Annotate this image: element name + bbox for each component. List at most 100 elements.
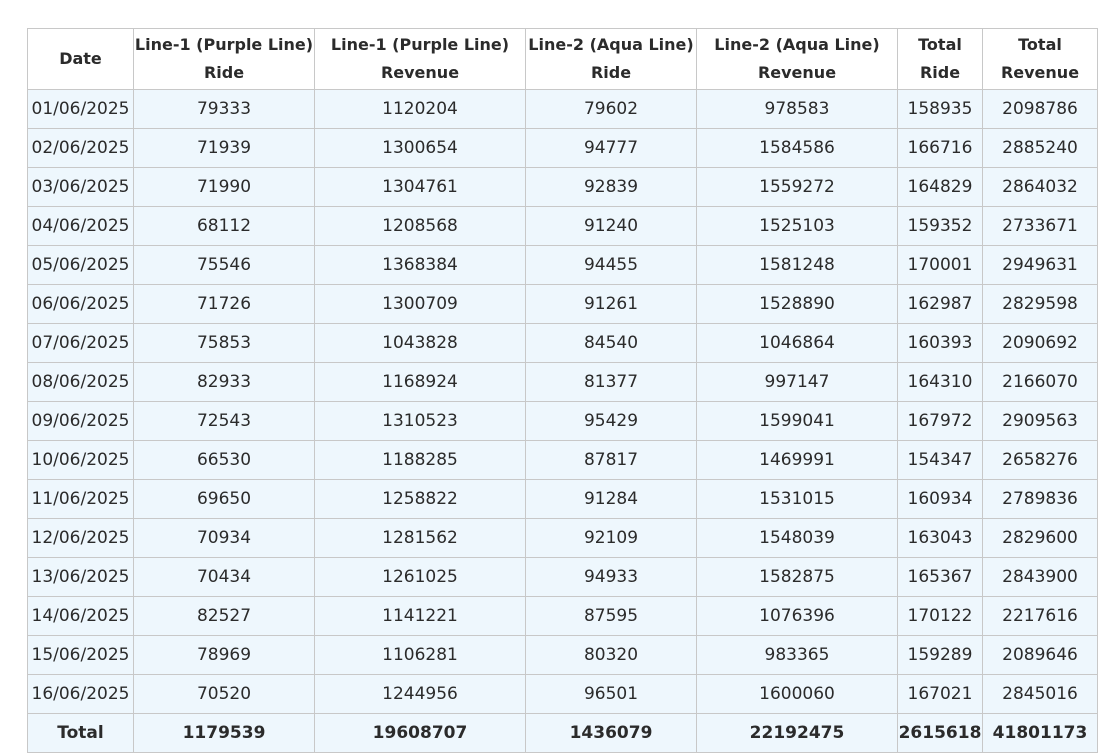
table-cell-line2-revenue: 1525103: [696, 206, 898, 246]
table-cell-line1-ride: 71939: [133, 128, 315, 168]
table-cell-line2-revenue: 1559272: [696, 167, 898, 207]
table-cell-total-revenue: 2733671: [982, 206, 1098, 246]
table-cell-date: 04/06/2025: [27, 206, 134, 246]
table-cell-date: 06/06/2025: [27, 284, 134, 324]
column-header-text: Revenue: [380, 63, 460, 82]
table-cell-total-ride: 159289: [897, 635, 983, 675]
table-cell-total-ride: 164310: [897, 362, 983, 402]
table-cell-line2-revenue: 1531015: [696, 479, 898, 519]
table-cell-date: 11/06/2025: [27, 479, 134, 519]
column-header-text: Ride: [590, 63, 632, 82]
column-header-text: Ride: [919, 63, 961, 82]
total-cell-date: Total: [27, 713, 134, 753]
table-cell-line2-revenue: 978583: [696, 89, 898, 129]
table-cell-line1-revenue: 1258822: [314, 479, 526, 519]
table-cell-line2-ride: 80320: [525, 635, 697, 675]
column-header-text: Total: [918, 35, 962, 54]
table-row: 08/06/2025 82933 1168924 81377 997147 164310 2…: [27, 362, 1098, 402]
table-row: 14/06/2025 82527 1141221 87595 1076396 170122…: [27, 596, 1098, 636]
table-cell-date: 15/06/2025: [27, 635, 134, 675]
table-row: 03/06/2025 71990 1304761 92839 1559272 164829…: [27, 167, 1098, 207]
table-cell-line1-revenue: 1300709: [314, 284, 526, 324]
table-cell-line2-revenue: 983365: [696, 635, 898, 675]
column-header-text: Date: [59, 49, 102, 68]
table-cell-total-revenue: 2829598: [982, 284, 1098, 324]
column-header-text: Ride: [203, 63, 245, 82]
table-cell-total-ride: 164829: [897, 167, 983, 207]
table-row: 12/06/2025 70934 1281562 92109 1548039 163043…: [27, 518, 1098, 558]
column-header-total-revenue: Total Revenue: [982, 28, 1098, 90]
table-cell-line1-ride: 68112: [133, 206, 315, 246]
table-cell-line1-revenue: 1244956: [314, 674, 526, 714]
table-cell-line1-ride: 82933: [133, 362, 315, 402]
table-row: 10/06/2025 66530 1188285 87817 1469991 154347…: [27, 440, 1098, 480]
table-row: 07/06/2025 75853 1043828 84540 1046864 160393…: [27, 323, 1098, 363]
table-cell-total-ride: 165367: [897, 557, 983, 597]
table-cell-total-ride: 166716: [897, 128, 983, 168]
table-cell-line2-revenue: 1046864: [696, 323, 898, 363]
table-cell-line1-revenue: 1300654: [314, 128, 526, 168]
total-cell-line2-ride: 1436079: [525, 713, 697, 753]
table-cell-total-ride: 158935: [897, 89, 983, 129]
table-cell-line1-ride: 75853: [133, 323, 315, 363]
table-cell-line1-ride: 70520: [133, 674, 315, 714]
table-cell-line2-revenue: 1582875: [696, 557, 898, 597]
table-cell-total-ride: 163043: [897, 518, 983, 558]
table-cell-line2-revenue: 997147: [696, 362, 898, 402]
table-cell-line2-revenue: 1548039: [696, 518, 898, 558]
column-header-text: Total: [1018, 35, 1062, 54]
table-cell-total-revenue: 2166070: [982, 362, 1098, 402]
table-cell-line1-revenue: 1120204: [314, 89, 526, 129]
column-header-line1-ride: Line-1 (Purple Line) Ride: [133, 28, 315, 90]
table-row: 11/06/2025 69650 1258822 91284 1531015 160934…: [27, 479, 1098, 519]
table-cell-line2-revenue: 1528890: [696, 284, 898, 324]
column-header-text: Line-2 (Aqua Line): [714, 35, 880, 54]
table-cell-line2-ride: 81377: [525, 362, 697, 402]
table-row: 13/06/2025 70434 1261025 94933 1582875 165367…: [27, 557, 1098, 597]
table-row: 06/06/2025 71726 1300709 91261 1528890 162987…: [27, 284, 1098, 324]
table-row: 16/06/2025 70520 1244956 96501 1600060 167021…: [27, 674, 1098, 714]
table-cell-line2-ride: 95429: [525, 401, 697, 441]
column-header-date: Date: [27, 28, 134, 90]
table-cell-line1-revenue: 1188285: [314, 440, 526, 480]
table-cell-line2-revenue: 1469991: [696, 440, 898, 480]
table-cell-line1-revenue: 1261025: [314, 557, 526, 597]
table-header: Date Line-1 (Purple Line) Ride Line-1 (Purp…: [27, 28, 1098, 90]
column-header-text: Revenue: [757, 63, 837, 82]
table-row: 05/06/2025 75546 1368384 94455 1581248 170001…: [27, 245, 1098, 285]
table-cell-line2-ride: 92839: [525, 167, 697, 207]
table-cell-line1-ride: 69650: [133, 479, 315, 519]
table-cell-line1-revenue: 1208568: [314, 206, 526, 246]
table-cell-line2-ride: 94777: [525, 128, 697, 168]
table-row: 09/06/2025 72543 1310523 95429 1599041 167972…: [27, 401, 1098, 441]
column-header-line2-revenue: Line-2 (Aqua Line) Revenue: [696, 28, 898, 90]
table-cell-line2-ride: 87817: [525, 440, 697, 480]
table-cell-total-revenue: 2217616: [982, 596, 1098, 636]
column-header-line2-ride: Line-2 (Aqua Line) Ride: [525, 28, 697, 90]
table-body: 01/06/2025 79333 1120204 79602 978583 158935 2…: [27, 89, 1098, 714]
table-cell-line2-revenue: 1584586: [696, 128, 898, 168]
column-header-total-ride: Total Ride: [897, 28, 983, 90]
table-cell-line2-revenue: 1600060: [696, 674, 898, 714]
column-header-text: Line-1 (Purple Line): [330, 35, 510, 54]
table-cell-date: 03/06/2025: [27, 167, 134, 207]
table-footer: Total 1179539 19608707 1436079 22192475 26156…: [27, 713, 1098, 753]
table-cell-total-revenue: 2789836: [982, 479, 1098, 519]
table-row: 02/06/2025 71939 1300654 94777 1584586 166716…: [27, 128, 1098, 168]
table-cell-date: 10/06/2025: [27, 440, 134, 480]
table-cell-line1-revenue: 1168924: [314, 362, 526, 402]
table-cell-line1-revenue: 1106281: [314, 635, 526, 675]
table-cell-date: 13/06/2025: [27, 557, 134, 597]
table-cell-line1-ride: 79333: [133, 89, 315, 129]
ridership-table-container: Date Line-1 (Purple Line) Ride Line-1 (Purp…: [27, 28, 1098, 753]
ridership-revenue-table: Date Line-1 (Purple Line) Ride Line-1 (Purp…: [27, 28, 1098, 753]
table-cell-total-ride: 160934: [897, 479, 983, 519]
table-cell-date: 09/06/2025: [27, 401, 134, 441]
table-cell-line2-ride: 92109: [525, 518, 697, 558]
table-cell-total-revenue: 2089646: [982, 635, 1098, 675]
table-cell-total-revenue: 2885240: [982, 128, 1098, 168]
column-header-text: Revenue: [1000, 63, 1080, 82]
table-cell-line1-ride: 70434: [133, 557, 315, 597]
table-cell-total-revenue: 2098786: [982, 89, 1098, 129]
table-cell-total-revenue: 2829600: [982, 518, 1098, 558]
